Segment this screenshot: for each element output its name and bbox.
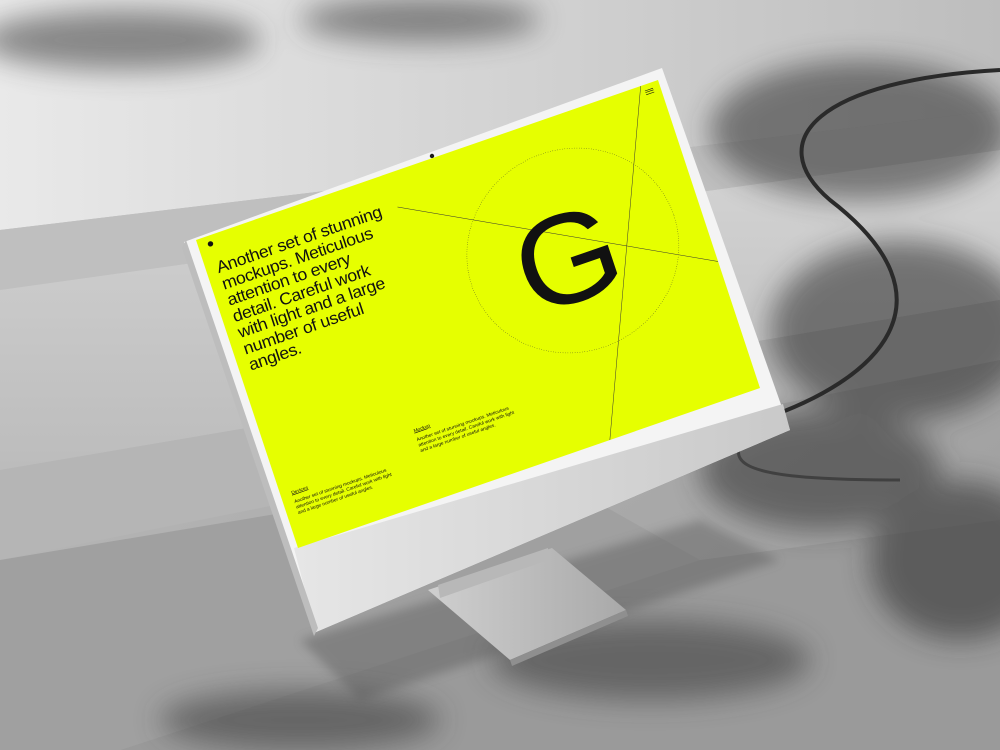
big-letter-g: G: [496, 173, 640, 343]
